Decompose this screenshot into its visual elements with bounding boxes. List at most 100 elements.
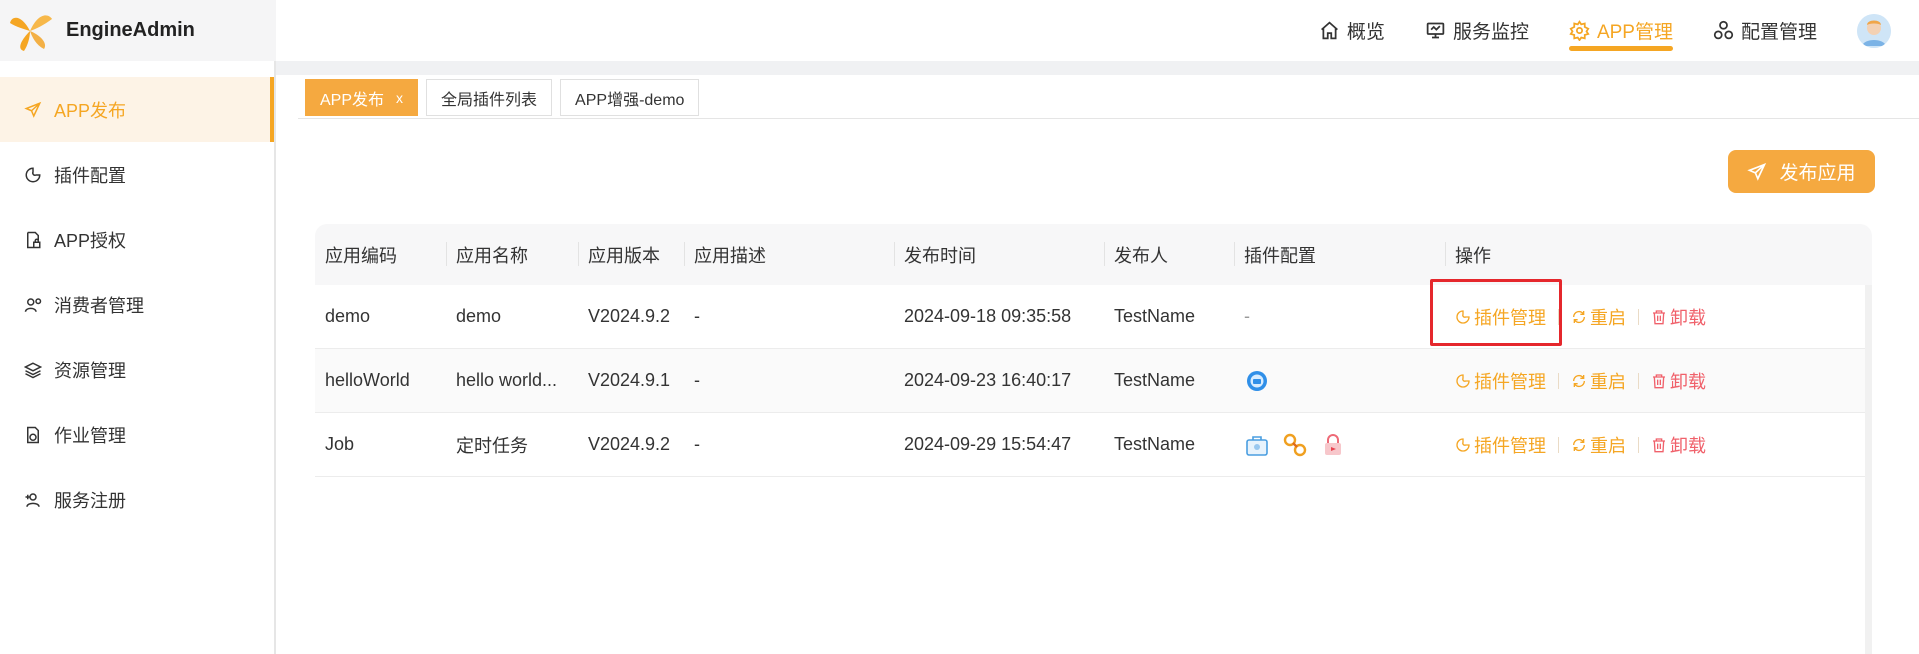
layers-icon: [24, 361, 42, 378]
plugin-manage-button[interactable]: 插件管理: [1455, 432, 1546, 458]
uninstall-button[interactable]: 卸载: [1651, 368, 1706, 394]
plugin-manage-button[interactable]: 插件管理: [1455, 368, 1546, 394]
publisher: TestName: [1114, 306, 1196, 326]
home-icon: [1320, 21, 1338, 40]
puzzle-icon: [1456, 373, 1470, 388]
logo-area: EngineAdmin: [0, 0, 276, 61]
plugin-config: [1234, 432, 1445, 458]
app-desc: -: [694, 370, 700, 390]
header-divider: [276, 61, 1919, 75]
send-icon: [1747, 162, 1767, 181]
topnav-service-monitor[interactable]: 服务监控: [1425, 0, 1529, 61]
sidebar-item-service-register[interactable]: 服务注册: [0, 467, 274, 532]
job-icon: [27, 426, 39, 443]
plugin-config: -: [1244, 306, 1250, 326]
blue-badge-icon[interactable]: [1244, 368, 1270, 394]
op-label: 插件管理: [1474, 435, 1546, 456]
column-header: 操作: [1445, 241, 1745, 268]
publish-app-button[interactable]: 发布应用: [1728, 150, 1875, 193]
tab-global-plugin-list[interactable]: 全局插件列表: [426, 79, 553, 116]
tab-label: APP发布: [320, 91, 385, 109]
publish-time: 2024-09-23 16:40:17: [904, 370, 1072, 390]
op-label: 插件管理: [1474, 371, 1546, 392]
link-icon[interactable]: [1282, 432, 1308, 458]
puzzle-icon: [25, 166, 41, 182]
logo-icon: [10, 14, 52, 51]
sidebar-item-app-publish[interactable]: APP发布: [0, 77, 274, 142]
column-header: 应用编码: [325, 245, 397, 266]
divider: [1638, 308, 1639, 325]
sidebar-item-consumer-management[interactable]: 消费者管理: [0, 272, 274, 337]
restart-button[interactable]: 重启: [1571, 368, 1626, 394]
sidebar-item-label: 作业管理: [54, 425, 126, 446]
table-header: 应用编码 应用名称 应用版本 应用描述 发布时间 发布人 插件配置 操作: [315, 224, 1872, 285]
top-nav: 概览 服务监控 APP管理 配置管理: [1319, 0, 1919, 61]
lock-icon[interactable]: [1320, 432, 1346, 458]
app-name: demo: [456, 306, 502, 326]
table-row: demo demo V2024.9.2 - 2024-09-18 09:35:5…: [315, 285, 1872, 349]
topnav-app-management[interactable]: APP管理: [1568, 0, 1674, 61]
column-header: 发布人: [1104, 241, 1234, 268]
app-version: V2024.9.1: [588, 370, 671, 390]
trash-icon: [1653, 437, 1665, 452]
op-label: 卸载: [1670, 435, 1706, 456]
tab-app-enhance-demo[interactable]: APP增强-demo: [560, 79, 700, 116]
refresh-icon: [1572, 438, 1586, 451]
sidebar-item-app-auth[interactable]: APP授权: [0, 207, 274, 272]
table-scrollbar[interactable]: [1865, 285, 1872, 654]
app-name: EngineAdmin: [66, 19, 195, 41]
cluster-icon: [1713, 20, 1734, 40]
app-version: V2024.9.2: [588, 434, 671, 454]
topnav-label: 概览: [1346, 22, 1385, 43]
app-name: hello world...: [456, 370, 558, 390]
op-label: 重启: [1590, 307, 1626, 328]
app-code: Job: [325, 434, 355, 454]
app-desc: -: [694, 434, 700, 454]
plugin-manage-button[interactable]: 插件管理: [1455, 304, 1546, 330]
op-label: 重启: [1590, 371, 1626, 392]
user-avatar-icon: [1857, 13, 1891, 48]
sidebar: APP发布 插件配置 APP授权 消费者管理 资源管理 作业管理 服务注册: [0, 61, 276, 654]
restart-button[interactable]: 重启: [1571, 432, 1626, 458]
op-label: 卸载: [1670, 371, 1706, 392]
tab-label: 全局插件列表: [441, 91, 538, 109]
sidebar-item-label: 插件配置: [54, 165, 126, 186]
sidebar-item-plugin-config[interactable]: 插件配置: [0, 142, 274, 207]
app-version: V2024.9.2: [588, 306, 671, 326]
topnav-label: APP管理: [1596, 22, 1673, 43]
close-icon[interactable]: x: [396, 90, 403, 106]
sidebar-item-label: APP发布: [54, 100, 127, 121]
table-row: helloWorld hello world... V2024.9.1 - 20…: [315, 349, 1872, 413]
sidebar-item-resource-management[interactable]: 资源管理: [0, 337, 274, 402]
publish-time: 2024-09-18 09:35:58: [904, 306, 1072, 326]
op-label: 插件管理: [1474, 307, 1546, 328]
topnav-label: 服务监控: [1452, 22, 1529, 43]
monitor-icon: [1426, 22, 1445, 39]
toolbox-icon[interactable]: [1244, 432, 1270, 458]
trash-icon: [1653, 373, 1665, 388]
top-header: EngineAdmin 概览 服务监控 APP管理 配置管理: [0, 0, 1919, 61]
topnav-config-management[interactable]: 配置管理: [1713, 0, 1817, 61]
row-ops: 插件管理 重启 卸载: [1445, 368, 1745, 394]
uninstall-button[interactable]: 卸载: [1651, 304, 1706, 330]
tab-label: APP增强-demo: [575, 91, 685, 109]
sidebar-item-job-management[interactable]: 作业管理: [0, 402, 274, 467]
send-icon: [24, 101, 42, 118]
publish-app-label: 发布应用: [1779, 163, 1856, 184]
divider: [1558, 372, 1559, 389]
avatar[interactable]: [1857, 13, 1891, 48]
topnav-label: 配置管理: [1740, 22, 1817, 43]
row-ops: 插件管理 重启 卸载: [1445, 304, 1745, 330]
divider: [1638, 436, 1639, 453]
app-name: 定时任务: [456, 435, 528, 456]
restart-button[interactable]: 重启: [1571, 304, 1626, 330]
uninstall-button[interactable]: 卸载: [1651, 432, 1706, 458]
user-gear-icon: [24, 297, 42, 312]
app-code: helloWorld: [325, 370, 410, 390]
topnav-overview[interactable]: 概览: [1319, 0, 1385, 61]
trash-icon: [1653, 309, 1665, 324]
tab-app-publish[interactable]: APP发布 x: [305, 79, 419, 116]
document-lock-icon: [27, 231, 41, 248]
page-tabs: APP发布 x 全局插件列表 APP增强-demo: [305, 79, 707, 117]
sidebar-item-label: 消费者管理: [54, 295, 144, 316]
